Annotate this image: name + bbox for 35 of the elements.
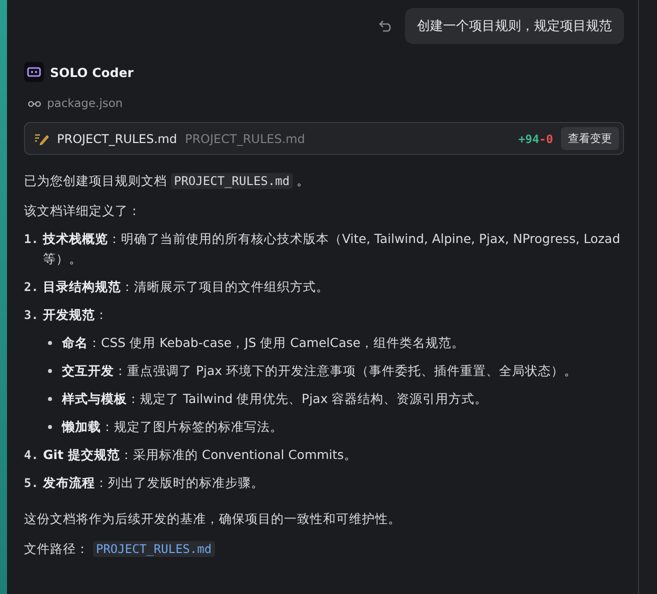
list-item-text: 开发规范： (43, 306, 108, 324)
user-message: 创建一个项目规则，规定项目规范 (405, 8, 624, 44)
closing-text: 这份文档将作为后续开发的基准，确保项目的一致性和可维护性。 (24, 510, 402, 528)
file-name[interactable]: package.json (47, 96, 123, 110)
list-number: 4. (24, 447, 40, 464)
view-changes-button[interactable]: 查看变更 (561, 127, 619, 150)
list-item-text: Git 提交规范：采用标准的 Conventional Commits。 (43, 446, 357, 464)
list-item-text: 命名：CSS 使用 Kebab-case，JS 使用 CamelCase，组件类名规范。 (62, 334, 464, 352)
list-number: 3. (24, 307, 40, 324)
bullet-icon (48, 369, 52, 373)
list-item-text: 懒加载：规定了图片标签的标准写法。 (62, 418, 283, 436)
undo-icon[interactable] (379, 20, 393, 32)
bullet-icon (48, 341, 52, 345)
path-label: 文件路径： (24, 541, 89, 556)
list-item-text: 发布流程：列出了发版时的标准步骤。 (43, 474, 264, 492)
list-item-text: 样式与模板：规定了 Tailwind 使用优先、Pjax 容器结构、资源引用方式。 (62, 390, 488, 408)
added-count: +94 (518, 132, 540, 146)
list-item-text: 交互开发：重点强调了 Pjax 环境下的开发注意事项（事件委托、插件重置、全局状态）。 (62, 362, 578, 380)
list-number: 2. (24, 279, 40, 296)
list-number: 5. (24, 475, 40, 492)
file-path: PROJECT_RULES.md (184, 132, 306, 146)
file-name[interactable]: PROJECT_RULES.md (57, 132, 177, 146)
list-number: 1. (24, 231, 40, 248)
removed-count: -0 (539, 132, 553, 146)
robot-icon (24, 62, 44, 82)
intro-text: 已为您创建项目规则文档 PROJECT_RULES.md 。 (24, 172, 311, 191)
edit-icon (34, 132, 49, 144)
list-item-text: 目录结构规范：清晰展示了项目的文件组织方式。 (43, 278, 329, 296)
glasses-icon (28, 100, 41, 106)
bullet-icon (48, 397, 52, 401)
agent-name: SOLO Coder (50, 64, 134, 80)
list-item-text: 技术栈概览：明确了当前使用的所有核心技术版本（Vite, Tailwind, Alpine, Pjax, NProgress, Lozad 等）。 (43, 230, 622, 268)
file-link[interactable]: PROJECT_RULES.md (92, 541, 215, 557)
lead-text: 该文档详细定义了： (24, 202, 142, 220)
bullet-icon (48, 425, 52, 429)
